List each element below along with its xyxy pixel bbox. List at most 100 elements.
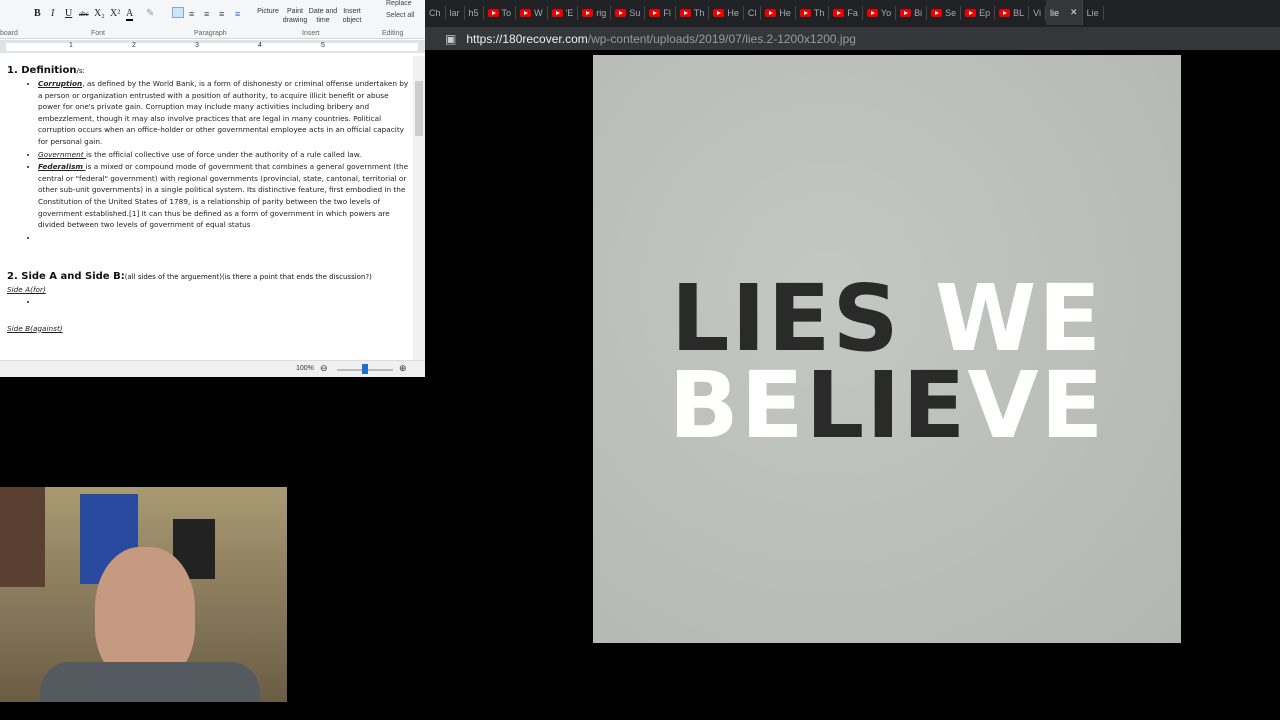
tab-title: Ep — [979, 7, 991, 18]
tab-title: Bi — [914, 7, 923, 18]
highlight-button[interactable]: ✎ — [146, 8, 154, 19]
browser-tab[interactable]: rig — [578, 5, 612, 20]
youtube-icon — [679, 8, 691, 17]
tab-title: Ch — [429, 7, 441, 18]
tab-strip: Ch lar h5 To W 'E rig Su Fl Th He Cl He Th Fa Yo Bi Se Ep B… — [425, 0, 1104, 25]
tab-title: h5 — [468, 7, 479, 18]
ruler-number: 4 — [258, 42, 262, 49]
heading-sides: 2. Side A and Side B:(all sides of the a… — [7, 271, 372, 283]
webcam-feed — [0, 487, 287, 702]
ribbon: B I U abc X₂ X² A ✎ ≡ ≡ ≡ ≡ Picture Pain… — [0, 0, 425, 39]
zoom-out-icon[interactable]: ⊖ — [320, 363, 328, 374]
vertical-scrollbar[interactable] — [413, 56, 425, 360]
tab-title: Th — [813, 7, 825, 18]
definition-corruption: Corruption, as defined by the World Bank… — [38, 78, 413, 148]
tab-title: Su — [629, 7, 641, 18]
browser-tab[interactable]: Fa — [829, 5, 863, 20]
browser-tab[interactable]: lie ✕ — [1046, 0, 1083, 25]
browser-tab[interactable]: lar — [446, 5, 465, 20]
browser-tab[interactable]: Lie — [1083, 5, 1104, 20]
browser-tab[interactable]: Cl — [744, 5, 762, 20]
close-tab-icon[interactable]: ✕ — [1070, 7, 1078, 18]
tab-title: W — [534, 7, 543, 18]
bold-button[interactable]: B — [34, 8, 41, 19]
browser-tab[interactable]: h5 — [465, 5, 484, 20]
site-info-icon[interactable]: ▣ — [445, 32, 456, 46]
browser-tab[interactable]: BL — [995, 5, 1030, 20]
browser-tab[interactable]: Ch — [425, 5, 446, 20]
youtube-icon — [965, 8, 977, 17]
ruler-number: 1 — [69, 42, 73, 49]
address-bar[interactable]: ▣ https://180recover.com/wp-content/uplo… — [425, 27, 1280, 50]
underline-button[interactable]: U — [65, 8, 72, 19]
browser-tab[interactable]: He — [761, 5, 796, 20]
tab-title: He — [779, 7, 791, 18]
tab-title: Fa — [847, 7, 858, 18]
ruler-number: 5 — [321, 42, 325, 49]
status-bar: 100% ⊖ ⊕ — [0, 360, 425, 377]
replace-button[interactable]: Replace — [386, 0, 412, 7]
superscript-button[interactable]: X² — [110, 8, 120, 19]
zoom-slider-handle[interactable] — [362, 364, 368, 374]
paragraph-button[interactable]: ≡ — [235, 9, 240, 19]
browser-tab[interactable]: Th — [796, 5, 830, 20]
word-processor-window: B I U abc X₂ X² A ✎ ≡ ≡ ≡ ≡ Picture Pain… — [0, 0, 425, 377]
tab-title: lar — [449, 7, 460, 18]
browser-tab[interactable]: Fl — [645, 5, 676, 20]
lies-we-believe-image: LIES WE BELIEVE — [593, 55, 1181, 643]
tab-title: rig — [596, 7, 607, 18]
browser-tab[interactable]: Vi — [1029, 5, 1046, 20]
editing-group-label: Editing — [382, 30, 404, 37]
wall-poster — [0, 487, 45, 587]
italic-button[interactable]: I — [51, 8, 54, 19]
tab-title: Fl — [663, 7, 671, 18]
date-time-button[interactable]: Date and time — [308, 7, 338, 25]
justify-button[interactable]: ≡ — [219, 9, 224, 19]
document-body[interactable]: 1. Definition/s: Corruption, as defined … — [0, 56, 413, 360]
tab-title: Se — [945, 7, 957, 18]
picture-button[interactable]: Picture — [256, 7, 280, 16]
insert-group-label: Insert — [302, 30, 320, 37]
person-shirt — [40, 662, 260, 702]
browser-tab[interactable]: Yo — [863, 5, 897, 20]
browser-tab[interactable]: Ep — [961, 5, 996, 20]
insert-object-button[interactable]: Insert object — [340, 7, 364, 25]
youtube-icon — [765, 8, 777, 17]
image-text-line2: BELIEVE — [668, 352, 1106, 459]
align-left-button[interactable] — [172, 7, 184, 18]
paint-drawing-button[interactable]: Paint drawing — [282, 7, 308, 25]
font-group-label: Font — [91, 30, 106, 37]
subscript-button[interactable]: X₂ — [94, 8, 105, 19]
side-a-label: Side A(for) — [7, 285, 46, 295]
definition-government: Government is the official collective us… — [38, 149, 413, 161]
browser-tab[interactable]: Se — [927, 5, 962, 20]
select-all-button[interactable]: Select all — [386, 12, 414, 19]
youtube-icon — [866, 8, 878, 17]
zoom-in-icon[interactable]: ⊕ — [399, 363, 407, 374]
font-color-button[interactable]: A — [126, 8, 134, 21]
youtube-icon — [487, 8, 499, 17]
browser-tab[interactable]: To — [484, 5, 517, 20]
align-center-button[interactable]: ≡ — [189, 9, 194, 19]
scrollbar-thumb[interactable] — [415, 81, 423, 136]
browser-tab[interactable]: Th — [676, 5, 710, 20]
youtube-icon — [649, 8, 661, 17]
youtube-icon — [900, 8, 912, 17]
youtube-icon — [931, 8, 943, 17]
strikethrough-button[interactable]: abc — [79, 10, 89, 18]
definition-federalism: Federalism is a mixed or compound mode o… — [38, 161, 413, 231]
ruler[interactable]: 1 2 3 4 5 — [0, 40, 425, 53]
browser-tab[interactable]: Su — [611, 5, 646, 20]
tab-title: Yo — [880, 7, 892, 18]
browser-tab[interactable]: W — [516, 5, 548, 20]
align-right-button[interactable]: ≡ — [204, 9, 209, 19]
browser-tab[interactable]: 'E — [548, 5, 579, 20]
tab-title: BL — [1013, 7, 1025, 18]
browser-tab[interactable]: Bi — [896, 5, 928, 20]
youtube-icon — [799, 8, 811, 17]
tab-title: Cl — [747, 7, 757, 18]
youtube-icon — [615, 8, 627, 17]
tab-title: Vi — [1033, 7, 1041, 18]
youtube-icon — [551, 8, 563, 17]
browser-tab[interactable]: He — [709, 5, 744, 20]
